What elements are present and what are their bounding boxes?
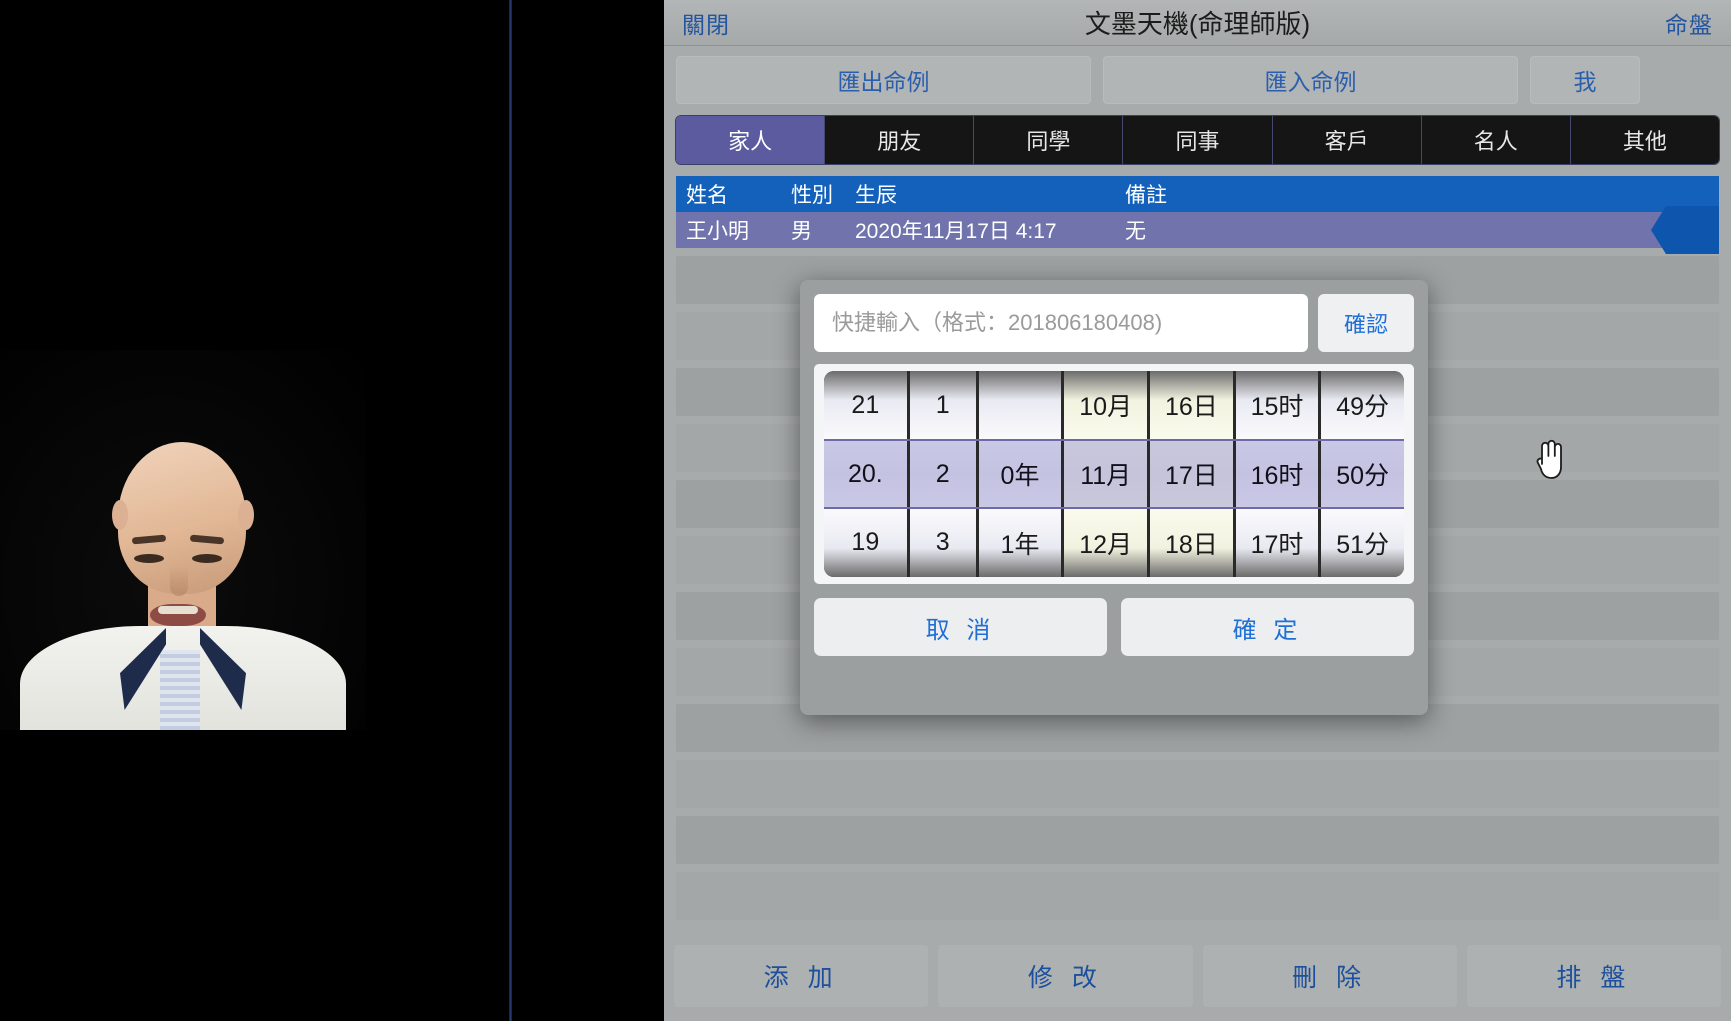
import-records-button[interactable]: 匯入命例: [1103, 56, 1518, 104]
presenter-ear-right: [238, 500, 254, 530]
letterbox-gap: [512, 0, 664, 1021]
quick-input-row: 確認: [814, 294, 1414, 352]
application-window: 關閉 文墨天機(命理師版) 命盤 匯出命例 匯入命例 我 家人 朋友 同學 同事 客戶名…: [664, 0, 1731, 1021]
cell-gender: 男: [791, 220, 812, 243]
tab-1[interactable]: 家人: [676, 116, 826, 164]
column-header-note: 備註: [1125, 184, 1167, 207]
presenter-eye-left: [134, 554, 164, 563]
picker-cell-century-0[interactable]: 21: [824, 371, 907, 440]
picker-cell-month-0[interactable]: 10月: [1064, 371, 1147, 440]
action-button-3[interactable]: 刪 除: [1202, 945, 1457, 1007]
empty-row: [676, 872, 1719, 920]
picker-cell-day-2[interactable]: 18日: [1150, 508, 1233, 577]
presenter-nose: [170, 566, 188, 596]
picker-cell-minute-0[interactable]: 49分: [1321, 371, 1404, 440]
cancel-button[interactable]: 取 消: [814, 598, 1107, 656]
action-button-4[interactable]: 排 盤: [1466, 945, 1721, 1007]
webcam-video-tile: [0, 350, 366, 730]
picker-cell-day-1[interactable]: 17日: [1150, 439, 1233, 509]
picker-cell-decade-0[interactable]: 1: [910, 371, 976, 440]
title-bar: 關閉 文墨天機(命理師版) 命盤: [664, 0, 1731, 46]
column-header-gender: 性別: [791, 184, 833, 207]
close-button[interactable]: 關閉: [682, 6, 730, 40]
table-row[interactable]: 王小明 男 2020年11月17日 4:17 无: [676, 206, 1719, 254]
picker-wheel-day[interactable]: 16日 17日 18日: [1150, 371, 1233, 577]
picker-cell-year-0[interactable]: [979, 371, 1062, 440]
row-selected-marker: [1651, 206, 1719, 254]
cell-birth: 2020年11月17日 4:17: [855, 220, 1057, 243]
screen-root: 關閉 文墨天機(命理師版) 命盤 匯出命例 匯入命例 我 家人 朋友 同學 同事 客戶名…: [0, 0, 1731, 1021]
category-tab-bar: 家人 朋友 同學 同事 客戶 名人 其他: [676, 116, 1719, 164]
cell-note: 无: [1125, 220, 1146, 243]
tab-6[interactable]: 名人: [1421, 116, 1571, 164]
picker-cell-minute-1[interactable]: 50分: [1321, 439, 1404, 509]
import-export-toolbar: 匯出命例 匯入命例 我: [664, 46, 1731, 112]
table-body: 王小明 男 2020年11月17日 4:17 无: [676, 206, 1719, 254]
picker-cell-day-0[interactable]: 16日: [1150, 371, 1233, 440]
cell-name: 王小明: [686, 220, 749, 243]
export-records-button[interactable]: 匯出命例: [676, 56, 1091, 104]
picker-cell-month-1[interactable]: 11月: [1064, 439, 1148, 509]
date-picker-dialog: 確認 2120.191230年1年10月11月12月16日17日18日15时16…: [800, 280, 1428, 715]
table-header-row: 姓名 性別 生辰 備註: [676, 176, 1719, 212]
page-title: 文墨天機(命理師版): [1084, 9, 1311, 39]
presenter-eye-right: [192, 554, 222, 563]
action-button-2[interactable]: 修 改: [938, 945, 1193, 1007]
picker-cell-minute-2[interactable]: 51分: [1321, 508, 1404, 577]
column-header-birth: 生辰: [855, 184, 897, 207]
bottom-action-bar: 添 加修 改刪 除排 盤: [664, 937, 1731, 1021]
dialog-button-row: 取 消 確 定: [814, 598, 1414, 656]
column-header-name: 姓名: [686, 184, 728, 207]
picker-wheel-hour[interactable]: 15时 16时 17时: [1235, 371, 1319, 577]
picker-cell-hour-2[interactable]: 17时: [1236, 508, 1319, 577]
picker-cell-year-2[interactable]: 1年: [979, 508, 1062, 577]
presenter-shirt-placket: [160, 650, 200, 730]
date-picker-wheels[interactable]: 21 20. 19 1 2 3 0年 1年 10月 11月 12月 16日 17日 18日 15时 16时 17…: [824, 371, 1404, 577]
my-profile-button[interactable]: 我: [1530, 56, 1640, 104]
picker-cell-month-2[interactable]: 12月: [1064, 508, 1147, 577]
tab-3[interactable]: 同學: [974, 116, 1124, 164]
picker-wheel-minute[interactable]: 49分 50分 51分: [1321, 371, 1404, 577]
picker-cell-century-1[interactable]: 20.: [824, 439, 907, 509]
picker-cell-year-1[interactable]: 0年: [978, 439, 1062, 509]
picker-cell-hour-1[interactable]: 16时: [1235, 439, 1319, 509]
date-picker-panel: 21 20. 19 1 2 3 0年 1年 10月 11月 12月 16日 17日 18日 15时 16时 17…: [814, 364, 1414, 584]
quick-input-field[interactable]: [814, 294, 1308, 352]
picker-cell-hour-0[interactable]: 15时: [1236, 371, 1319, 440]
empty-row: [676, 760, 1719, 808]
chart-button[interactable]: 命盤: [1665, 6, 1713, 40]
tab-2[interactable]: 朋友: [825, 116, 975, 164]
presenter-ear-left: [112, 500, 128, 530]
picker-wheel-month[interactable]: 10月 11月 12月: [1064, 371, 1148, 577]
confirm-button[interactable]: 確 定: [1121, 598, 1414, 656]
tab-5[interactable]: 客戶: [1272, 116, 1422, 164]
action-button-1[interactable]: 添 加: [674, 945, 929, 1007]
picker-wheel-century[interactable]: 21 20. 19: [824, 371, 907, 577]
picker-cell-century-2[interactable]: 19: [824, 508, 907, 577]
tab-4[interactable]: 同事: [1123, 116, 1273, 164]
empty-row: [676, 816, 1719, 864]
picker-wheel-decade[interactable]: 123: [909, 371, 976, 577]
picker-cell-decade-1[interactable]: 2: [909, 439, 976, 509]
quick-input-confirm-button[interactable]: 確認: [1318, 294, 1414, 352]
tab-7[interactable]: 其他: [1570, 116, 1719, 164]
presenter-teeth: [158, 606, 198, 614]
picker-cell-decade-2[interactable]: 3: [910, 508, 976, 577]
picker-wheel-year[interactable]: 0年 1年: [978, 371, 1062, 577]
records-table: 姓名 性別 生辰 備註 王小明 男 2020年11月17日 4:17 无: [676, 176, 1719, 254]
